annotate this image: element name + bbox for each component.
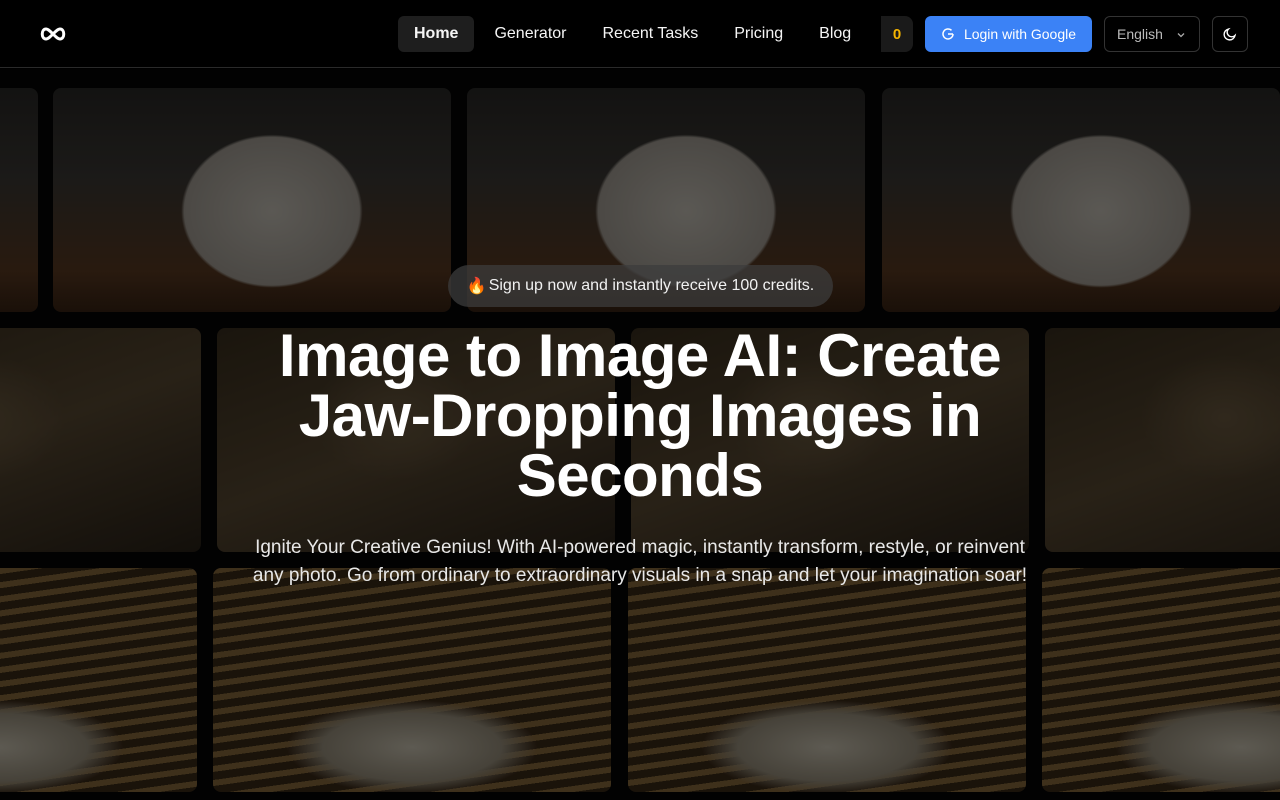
infinity-icon[interactable] [38,22,68,46]
credits-badge: 0 [881,16,913,52]
hero-section: 🔥 Sign up now and instantly receive 100 … [0,0,1280,800]
moon-icon [1223,27,1237,41]
login-label: Login with Google [963,26,1077,42]
chevron-down-icon [1177,33,1185,38]
hero-subtitle: Ignite Your Creative Genius! With AI-pow… [252,537,1028,586]
promo-text: Sign up now and instantly receive 100 cr… [488,277,815,294]
signup-promo-banner[interactable]: 🔥 Sign up now and instantly receive 100 … [448,265,833,307]
google-icon [942,28,954,40]
nav-home[interactable]: Home [398,16,475,52]
language-select[interactable]: English [1104,16,1200,52]
top-header: Home Generator Recent Tasks Pricing Blog… [0,0,1280,68]
fire-icon: 🔥 [466,278,487,295]
login-with-google-button[interactable]: Login with Google [925,16,1092,52]
hero-title: Image to Image AI: Create Jaw-Dropping I… [278,322,1002,509]
theme-toggle-button[interactable] [1212,16,1248,52]
main-nav: Home Generator Recent Tasks Pricing Blog [398,16,871,52]
nav-blog[interactable]: Blog [803,16,867,52]
language-value: English [1117,26,1163,42]
nav-pricing[interactable]: Pricing [718,16,799,52]
nav-generator[interactable]: Generator [478,16,582,52]
nav-recent-tasks[interactable]: Recent Tasks [587,16,715,52]
